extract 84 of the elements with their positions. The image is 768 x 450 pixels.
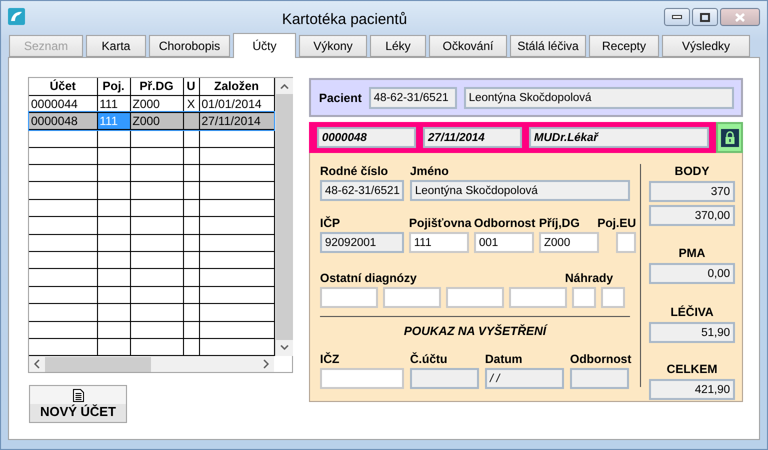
patient-label: Pacient — [319, 90, 362, 104]
total-label: PMA — [678, 246, 706, 260]
lock-button[interactable] — [716, 122, 743, 153]
column-header[interactable]: Založen — [199, 78, 274, 95]
field-label: Datum — [485, 352, 524, 366]
minimize-icon — [672, 15, 682, 19]
tab[interactable]: Léky — [370, 35, 426, 57]
input-field[interactable]: / / — [485, 368, 564, 389]
tab[interactable]: Výkony — [299, 35, 367, 57]
app-icon — [8, 8, 25, 24]
total-label: BODY — [674, 164, 710, 178]
scroll-right-icon — [263, 359, 269, 370]
field-label: Jméno — [410, 164, 450, 178]
field-label: Poj.EU — [597, 216, 636, 230]
scroll-left-icon — [34, 359, 40, 370]
input-field[interactable]: Leontýna Skočdopolová — [410, 180, 630, 201]
input-field[interactable]: 48-62-31/6521 — [320, 180, 404, 201]
column-header[interactable]: Poj. — [97, 78, 130, 95]
tab[interactable]: Účty — [233, 33, 296, 58]
input-field[interactable] — [570, 368, 629, 389]
account-date-field[interactable]: 27/11/2014 — [423, 127, 522, 148]
account-number-field[interactable]: 0000048 — [317, 127, 416, 148]
field-label: Pojišťovna — [409, 216, 469, 230]
field-label: Odbornost — [570, 352, 629, 366]
total-label: CELKEM — [666, 362, 718, 376]
maximize-button[interactable] — [692, 8, 718, 26]
input-field[interactable]: 92092001 — [320, 232, 404, 253]
field-label: IČZ — [320, 352, 340, 366]
document-icon — [72, 389, 84, 402]
input-field[interactable] — [320, 287, 378, 308]
doctor-field[interactable]: MUDr.Lékař — [529, 127, 709, 148]
table-row[interactable]: 0000048 111 Z000 27/11/2014 — [29, 112, 274, 130]
total-value-field: 370 — [649, 181, 735, 202]
new-account-button[interactable]: NOVÝ ÚČET — [29, 385, 127, 423]
tab[interactable]: Výsledky — [662, 35, 750, 57]
close-icon — [735, 12, 745, 22]
maximize-icon — [700, 12, 710, 22]
tab[interactable]: Recepty — [589, 35, 659, 57]
input-field[interactable] — [509, 287, 567, 308]
column-header[interactable]: Účet — [29, 78, 97, 95]
total-value-field: 0,00 — [649, 263, 735, 284]
field-label: IČP — [320, 216, 342, 230]
total-value-field: 51,90 — [649, 322, 735, 343]
input-field[interactable]: Z000 — [539, 232, 599, 253]
table-cell: 27/11/2014 — [199, 112, 274, 130]
field-label: Č.účtu — [410, 352, 448, 366]
total-value-field: 421,90 — [649, 379, 735, 400]
table-cell: 0000048 — [29, 112, 97, 130]
field-label: Příj,DG — [539, 216, 581, 230]
input-field[interactable] — [601, 287, 625, 308]
field-label: Rodné číslo — [320, 164, 390, 178]
field-label: Ostatní diagnózy — [320, 271, 418, 285]
total-value-field: 370,00 — [649, 205, 735, 226]
padlock-icon — [720, 128, 738, 146]
table-cell: 111 — [97, 112, 130, 130]
input-field[interactable] — [572, 287, 596, 308]
patient-name-field[interactable]: Leontýna Skočdopolová — [464, 86, 734, 108]
birth-number-field[interactable]: 48-62-31/6521 — [368, 86, 457, 108]
field-label: Odbornost — [474, 216, 534, 230]
vertical-scrollbar[interactable] — [274, 78, 292, 356]
input-field[interactable] — [383, 287, 441, 308]
tab[interactable]: Stálá léčiva — [510, 35, 586, 57]
voucher-title: POUKAZ NA VYŠETŘENÍ — [402, 324, 549, 338]
horizontal-scrollbar[interactable] — [29, 356, 274, 372]
input-field[interactable]: 001 — [474, 232, 534, 253]
window-title: Kartotéka pacientů — [280, 10, 408, 28]
input-field[interactable] — [446, 287, 504, 308]
tab[interactable]: Chorobopis — [149, 35, 230, 57]
minimize-button[interactable] — [664, 8, 690, 26]
input-field[interactable] — [410, 368, 479, 389]
input-field[interactable] — [320, 368, 404, 389]
scroll-down-icon — [280, 345, 288, 350]
column-header[interactable]: U — [183, 78, 199, 95]
tab[interactable]: Karta — [86, 35, 146, 57]
input-field[interactable]: 111 — [409, 232, 469, 253]
total-label: LÉČIVA — [670, 305, 714, 319]
scroll-up-icon — [280, 84, 288, 89]
field-label: Náhrady — [565, 271, 614, 285]
tab[interactable]: Očkování — [429, 35, 507, 57]
close-button[interactable] — [720, 8, 760, 26]
table-cell: Z000 — [130, 112, 183, 130]
table-row[interactable]: 0000044 111 Z000 X 01/01/2014 — [29, 95, 274, 112]
column-header[interactable]: Př.DG — [130, 78, 183, 95]
input-field[interactable] — [616, 232, 636, 253]
